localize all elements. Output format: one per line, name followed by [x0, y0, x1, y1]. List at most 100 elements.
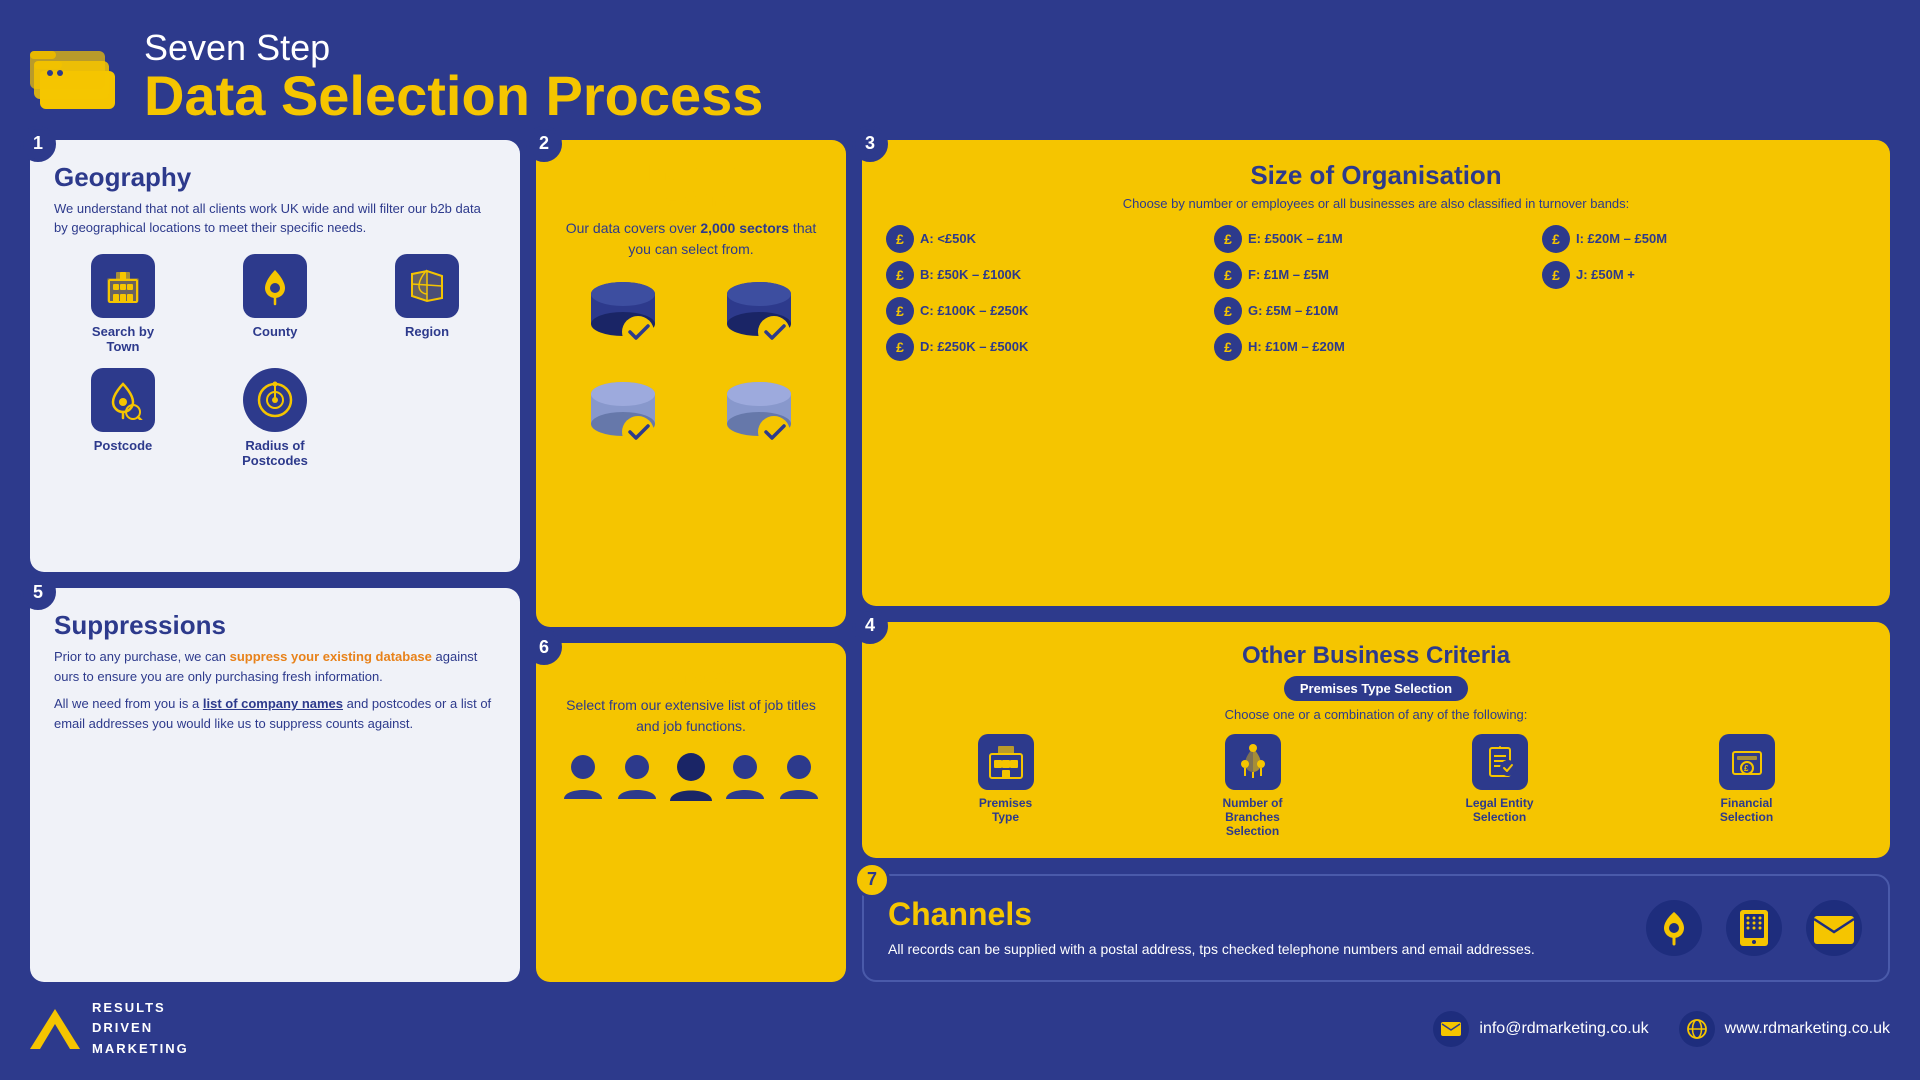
footer-email-text: info@rdmarketing.co.uk	[1479, 1020, 1648, 1038]
legal-icon	[1482, 744, 1518, 780]
size-item-g: £ G: £5M – £10M	[1214, 297, 1538, 325]
premises-icon-box	[978, 734, 1034, 790]
industry-title: IndustrySectors	[560, 160, 822, 212]
geo-radius-label: Radius ofPostcodes	[242, 438, 308, 468]
email-channel-icon	[1804, 898, 1864, 958]
person-5-icon	[776, 751, 822, 803]
criteria-branches-label: Number ofBranchesSelection	[1223, 796, 1283, 838]
geo-town-icon-box	[91, 254, 155, 318]
contacts-card: 6 Contacts Select from our extensive lis…	[536, 643, 846, 981]
size-item-i: £ I: £20M – £50M	[1542, 225, 1866, 253]
footer: RESULTSDRIVENMARKETING info@rdmarketing.…	[30, 998, 1890, 1060]
header-subtitle: Seven Step	[144, 28, 763, 68]
geo-postcode-label: Postcode	[94, 438, 153, 453]
branches-icon-box	[1225, 734, 1281, 790]
footer-contact: info@rdmarketing.co.uk www.rdmarketing.c…	[1433, 1011, 1890, 1047]
person-1-icon	[560, 751, 606, 803]
contacts-title: Contacts	[560, 663, 822, 689]
geo-postcode: Postcode	[54, 368, 192, 468]
main-grid: 1 Geography We understand that not all c…	[30, 140, 1890, 982]
step-1-badge: 1	[20, 126, 56, 162]
criteria-premises: PremisesType	[886, 734, 1125, 824]
geography-card: 1 Geography We understand that not all c…	[30, 140, 520, 572]
size-item-h: £ H: £10M – £20M	[1214, 333, 1538, 361]
left-column: 1 Geography We understand that not all c…	[30, 140, 520, 982]
radius-icon	[255, 380, 295, 420]
step-6-badge: 6	[526, 629, 562, 665]
envelope-icon	[1441, 1022, 1461, 1036]
globe-icon	[1679, 1011, 1715, 1047]
size-org-title: Size of Organisation	[886, 160, 1866, 191]
size-item-f: £ F: £1M – £5M	[1214, 261, 1538, 289]
db-icon-3	[578, 372, 668, 462]
step-5-badge: 5	[20, 574, 56, 610]
header-title: Data Selection Process	[144, 68, 763, 124]
criteria-legal: Legal EntitySelection	[1380, 734, 1619, 824]
geo-county-label: County	[253, 324, 298, 339]
criteria-financial-label: FinancialSelection	[1720, 796, 1773, 824]
phone-channel-icon	[1724, 898, 1784, 958]
criteria-premises-label: PremisesType	[979, 796, 1032, 824]
size-item-j: £ J: £50M +	[1542, 261, 1866, 289]
pound-icon-e: £	[1214, 225, 1242, 253]
industry-card: 2 IndustrySectors Our data covers over 2…	[536, 140, 846, 628]
geo-postcode-icon-box	[91, 368, 155, 432]
header-text: Seven Step Data Selection Process	[144, 28, 763, 124]
geo-search-by-town: Search byTown	[54, 254, 192, 354]
geo-county: County	[206, 254, 344, 354]
region-icon	[407, 266, 447, 306]
footer-logo-text: RESULTSDRIVENMARKETING	[92, 998, 189, 1060]
size-org-card: 3 Size of Organisation Choose by number …	[862, 140, 1890, 606]
pound-icon-f: £	[1214, 261, 1242, 289]
step-2-badge: 2	[526, 126, 562, 162]
geo-icons-grid: Search byTown County	[54, 254, 496, 468]
other-title: Other Business Criteria	[886, 642, 1866, 670]
criteria-icons: PremisesType	[886, 734, 1866, 838]
company-list-link: list of company names	[203, 696, 343, 711]
channels-icons	[1644, 898, 1864, 958]
footer-website: www.rdmarketing.co.uk	[1679, 1011, 1890, 1047]
person-4-icon	[722, 751, 768, 803]
financial-icon: £	[1729, 744, 1765, 780]
channels-card: 7 Channels All records can be supplied w…	[862, 874, 1890, 982]
contacts-desc: Select from our extensive list of job ti…	[560, 695, 822, 737]
step-3-badge: 3	[852, 126, 888, 162]
geo-town-label: Search byTown	[92, 324, 154, 354]
branches-icon	[1235, 744, 1271, 780]
pound-icon-a: £	[886, 225, 914, 253]
suppress-para2: All we need from you is a list of compan…	[54, 694, 496, 733]
svg-text:£: £	[1744, 764, 1749, 773]
channels-desc: All records can be supplied with a posta…	[888, 939, 1624, 960]
geography-title: Geography	[54, 162, 496, 193]
db-icons-grid	[560, 272, 822, 462]
geo-radius-icon-box	[243, 368, 307, 432]
criteria-branches: Number ofBranchesSelection	[1133, 734, 1372, 838]
criteria-legal-label: Legal EntitySelection	[1465, 796, 1533, 824]
legal-icon-box	[1472, 734, 1528, 790]
db-icon-2	[714, 272, 804, 362]
geo-radius: Radius ofPostcodes	[206, 368, 344, 468]
channels-text: Channels All records can be supplied wit…	[888, 896, 1624, 960]
person-3-icon	[668, 751, 714, 803]
step-4-badge: 4	[852, 608, 888, 644]
premises-icon	[988, 744, 1024, 780]
size-item-c: £ C: £100K – £250K	[886, 297, 1210, 325]
size-item-e: £ E: £500K – £1M	[1214, 225, 1538, 253]
rdm-logo-icon	[30, 1009, 80, 1049]
county-icon	[255, 266, 295, 306]
middle-column: 2 IndustrySectors Our data covers over 2…	[536, 140, 846, 982]
size-org-desc: Choose by number or employees or all bus…	[886, 195, 1866, 213]
suppressions-title: Suppressions	[54, 610, 496, 641]
geo-region-label: Region	[405, 324, 449, 339]
geo-region: Region	[358, 254, 496, 354]
geography-desc: We understand that not all clients work …	[54, 199, 496, 238]
footer-email: info@rdmarketing.co.uk	[1433, 1011, 1648, 1047]
pound-icon-g: £	[1214, 297, 1242, 325]
pound-icon-c: £	[886, 297, 914, 325]
page: Seven Step Data Selection Process 1 Geog…	[0, 0, 1920, 1080]
other-business-card: 4 Other Business Criteria Premises Type …	[862, 622, 1890, 858]
geo-county-icon-box	[243, 254, 307, 318]
pound-icon-i: £	[1542, 225, 1570, 253]
footer-logo: RESULTSDRIVENMARKETING	[30, 998, 189, 1060]
pound-icon-j: £	[1542, 261, 1570, 289]
